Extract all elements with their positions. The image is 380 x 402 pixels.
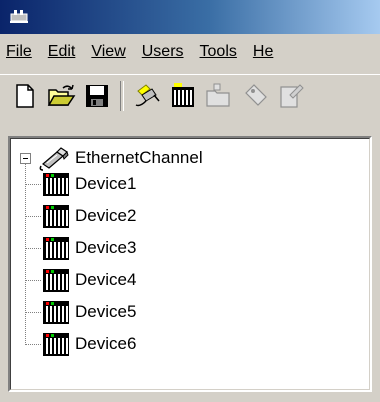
tree-node-device[interactable]: Device4 xyxy=(41,266,136,294)
open-folder-icon[interactable] xyxy=(46,81,76,111)
collapse-toggle[interactable] xyxy=(20,153,31,164)
new-device-icon[interactable] xyxy=(168,81,198,111)
tree-view[interactable]: EthernetChannel Device1 Device2 Device3 … xyxy=(8,136,372,392)
device-label: Device3 xyxy=(75,238,137,257)
ethernet-channel-icon xyxy=(39,147,69,171)
tree-node-device[interactable]: Device1 xyxy=(41,170,136,198)
device-label: Device5 xyxy=(75,302,137,321)
menu-view[interactable]: View xyxy=(85,43,131,61)
device-icon xyxy=(43,237,69,260)
device-label: Device6 xyxy=(75,334,137,353)
new-tag-icon[interactable] xyxy=(240,81,270,111)
tree-node-channel[interactable]: EthernetChannel xyxy=(37,144,203,172)
properties-icon[interactable] xyxy=(276,81,306,111)
device-icon xyxy=(43,333,69,356)
device-label: Device1 xyxy=(75,174,137,193)
title-bar[interactable] xyxy=(0,0,380,34)
menu-file[interactable]: File xyxy=(0,43,38,61)
tree-node-device[interactable]: Device2 xyxy=(41,202,136,230)
app-icon xyxy=(10,10,28,23)
new-document-icon[interactable] xyxy=(10,81,40,111)
tree-view-inner: EthernetChannel Device1 Device2 Device3 … xyxy=(10,138,370,390)
device-label: Device4 xyxy=(75,270,137,289)
device-icon xyxy=(43,301,69,324)
device-label: Device2 xyxy=(75,206,137,225)
device-icon xyxy=(43,173,69,196)
tree-node-device[interactable]: Device3 xyxy=(41,234,136,262)
menu-bar: File Edit View Users Tools He xyxy=(0,34,380,70)
new-channel-icon[interactable] xyxy=(132,81,162,111)
channel-label: EthernetChannel xyxy=(75,148,203,167)
new-group-icon[interactable] xyxy=(204,81,234,111)
menu-users[interactable]: Users xyxy=(136,43,190,61)
device-icon xyxy=(43,205,69,228)
toolbar xyxy=(0,74,380,119)
menu-edit[interactable]: Edit xyxy=(42,43,82,61)
tree-node-device[interactable]: Device6 xyxy=(41,330,136,358)
device-icon xyxy=(43,269,69,292)
tree-node-device[interactable]: Device5 xyxy=(41,298,136,326)
save-icon[interactable] xyxy=(82,81,112,111)
menu-help[interactable]: He xyxy=(247,43,279,61)
toolbar-separator xyxy=(120,81,124,111)
menu-tools[interactable]: Tools xyxy=(194,43,243,61)
